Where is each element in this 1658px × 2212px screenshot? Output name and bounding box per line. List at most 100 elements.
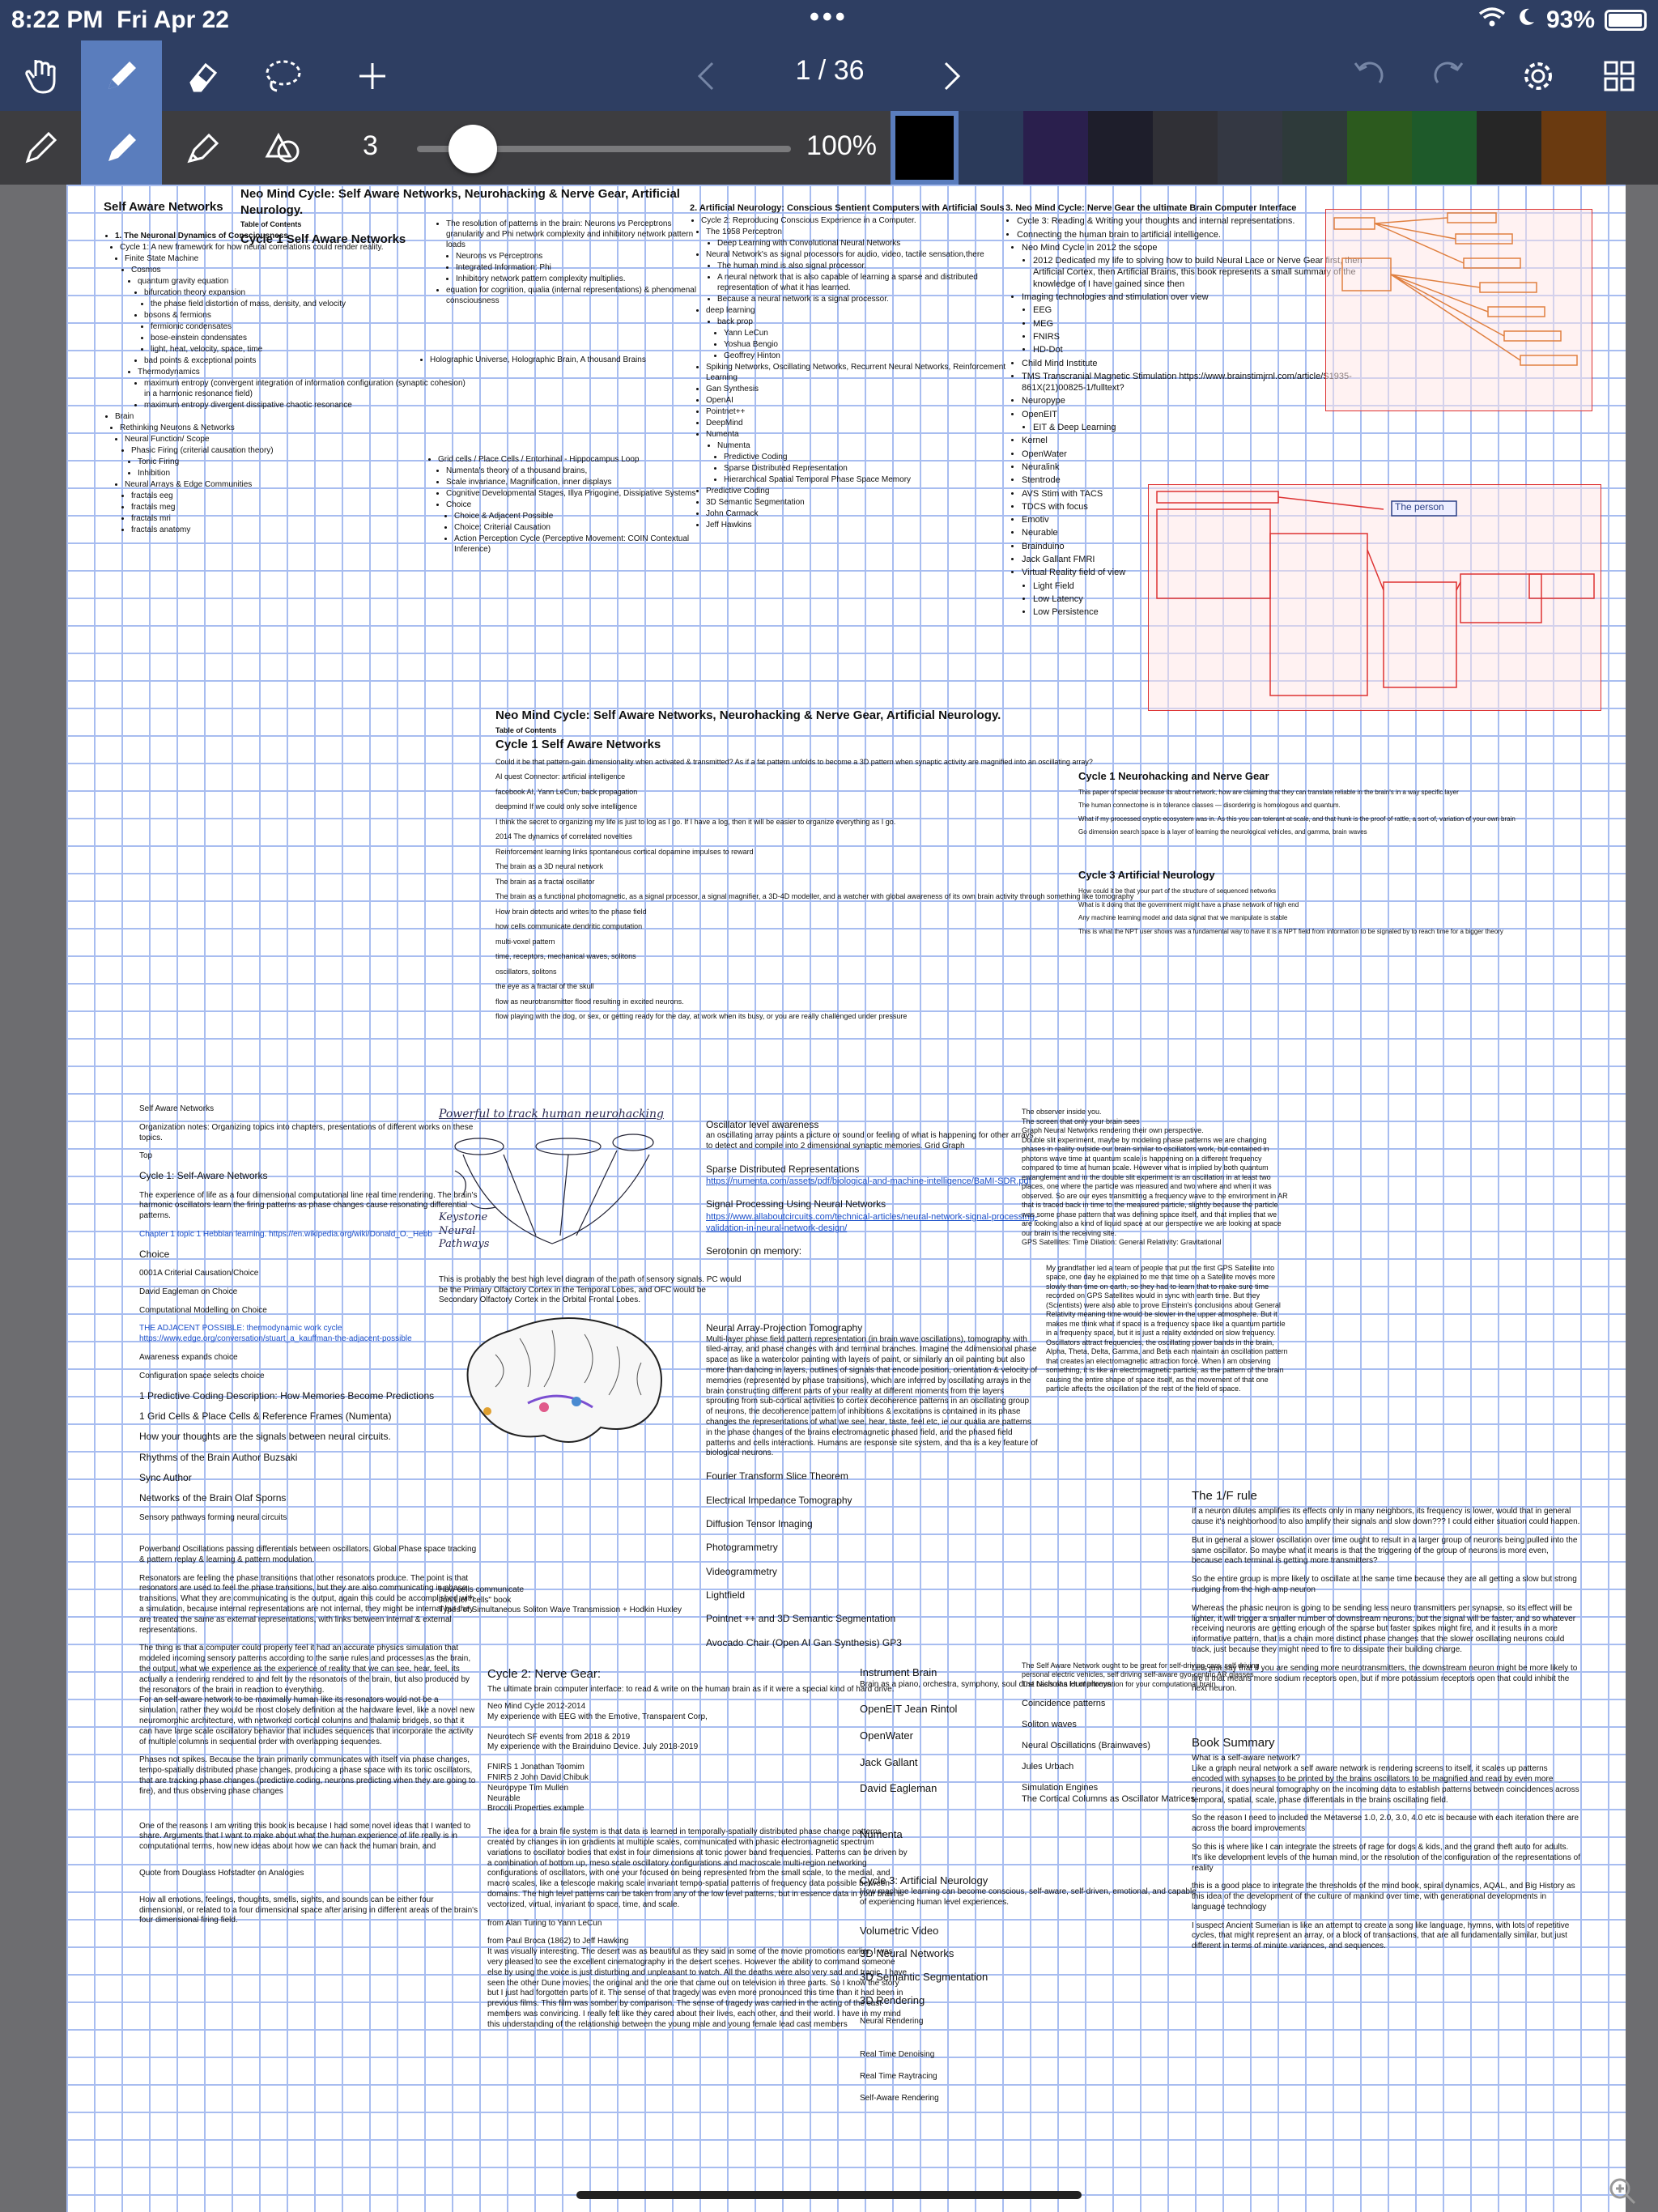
color-swatch[interactable]: [1088, 111, 1153, 185]
mid-line: the eye as a fractal of the skull: [495, 982, 594, 991]
zoom-icon[interactable]: [1606, 2175, 1639, 2207]
outline-item: EIT & Deep Learning: [1033, 422, 1378, 433]
col-e-p5: Lets just say that if you are sending mo…: [1192, 1663, 1578, 1694]
grid-view-icon[interactable]: [1579, 40, 1658, 111]
color-swatch[interactable]: [1541, 111, 1606, 185]
summary-question: What is a self-aware network?: [1192, 1754, 1300, 1763]
nerve-gear-line: Neo Mind Cycle 2012-2014: [487, 1701, 586, 1711]
nerve-gear-line: FNIRS 2 John David Chibuk: [487, 1772, 589, 1782]
mid-line: Could it be that pattern-gain dimensiona…: [495, 757, 1093, 766]
left-note-line: Top: [139, 1151, 153, 1161]
sketch-below1: How cells communicate: [439, 1585, 525, 1594]
outline-item: bifurcation theory expansion: [144, 287, 466, 298]
color-swatch[interactable]: [1347, 111, 1412, 185]
summary-s4: this is a good place to integrate the th…: [1192, 1882, 1575, 1912]
color-swatch[interactable]: [1282, 111, 1347, 185]
right-mid-line: What if my processed cryptic ecosystem w…: [1078, 815, 1516, 823]
col-f-item: Real Time Denoising: [860, 2050, 935, 2060]
color-swatch[interactable]: [1218, 111, 1282, 185]
ll-para3: The thing is that a computer could prope…: [139, 1644, 471, 1695]
multitask-dots-icon[interactable]: •••: [810, 2, 848, 33]
home-indicator[interactable]: [576, 2191, 1082, 2199]
outline-item: fractals anatomy: [131, 525, 466, 535]
settings-gear-icon[interactable]: [1498, 40, 1579, 111]
sketch-section: Powerful to track human neurohacking Key…: [439, 1108, 746, 1626]
fountain-pen-icon[interactable]: [0, 111, 81, 185]
color-swatch[interactable]: [1023, 111, 1088, 185]
left-note-line: 0001A Criterial Causation/Choice: [139, 1269, 259, 1278]
ball-pen-icon[interactable]: [81, 111, 162, 185]
shape-tool-icon[interactable]: [243, 111, 324, 185]
color-swatch[interactable]: [959, 111, 1023, 185]
outline-item: Pointnet++: [706, 406, 1030, 417]
status-time: 8:22 PM Fri Apr 22: [11, 6, 229, 33]
nerve-gear-line: FNIRS 1 Jonathan Toomim: [487, 1763, 585, 1772]
outline-item: Cycle 1: A new framework for how neural …: [120, 242, 466, 253]
highlighter-icon[interactable]: [162, 111, 243, 185]
col-f-item: OpenEIT Jean Rintol: [860, 1703, 958, 1716]
outline-item: Child Mind Institute: [1022, 358, 1378, 369]
col-c-item: Signal Processing Using Neural Networks: [706, 1198, 886, 1210]
summary-s2: So the reason I need to included the Met…: [1192, 1814, 1579, 1834]
note-page[interactable]: Self Aware Networks Neo Mind Cycle: Self…: [66, 185, 1626, 2212]
col-c-item: an oscillating array paints a picture or…: [706, 1131, 1034, 1151]
nerve-gear-p3: It was visually interesting. The desert …: [487, 1947, 908, 2029]
outline-item: The resolution of patterns in the brain:…: [446, 219, 710, 250]
right-mid-line: This paper of special because its about …: [1078, 788, 1459, 796]
left-note-line: Cycle 1: Self-Aware Networks: [139, 1170, 268, 1182]
outline-item: Connecting the human brain to artificial…: [1017, 229, 1378, 240]
ll-para1: Powerband Oscillations passing different…: [139, 1545, 477, 1564]
lower-left-paragraphs: Powerband Oscillations passing different…: [139, 1545, 479, 1926]
outline-item: Neuralink: [1022, 462, 1378, 473]
mid-line: AI quest Connector: artificial intellige…: [495, 772, 626, 781]
color-swatch[interactable]: [891, 111, 959, 185]
stroke-slider-thumb[interactable]: [449, 125, 497, 173]
col-c-notes: Oscillator level awareness an oscillating…: [706, 1108, 1038, 1649]
outline-item: Deep Learning with Convolutional Neural …: [717, 238, 1030, 249]
left-note-line: Rhythms of the Brain Author Buzsaki: [139, 1451, 298, 1463]
col4-heading: 3. Neo Mind Cycle: Nerve Gear the ultima…: [1005, 203, 1297, 213]
outline-item: Neural Network's as signal processors fo…: [706, 249, 1030, 260]
pen-options-bar: 3 100%: [0, 111, 1658, 185]
mid-line: flow playing with the dog, or sex, or ge…: [495, 1012, 908, 1021]
color-swatch[interactable]: [1412, 111, 1477, 185]
previous-page-icon[interactable]: [665, 40, 746, 111]
nerve-gear-notes: Cycle 2: Nerve Gear: The ultimate brain …: [487, 1658, 908, 2031]
outline-item: Kernel: [1022, 435, 1378, 446]
outline-item: fractals mri: [131, 513, 466, 524]
page-indicator[interactable]: 1 / 36: [753, 55, 907, 87]
col-c-item: https://numenta.com/assets/pdf/biologica…: [706, 1176, 1031, 1187]
outline-item: Numenta: [706, 429, 1030, 440]
hand-tool-icon[interactable]: [0, 40, 81, 111]
opacity-value[interactable]: 100%: [806, 130, 877, 162]
wifi-icon: [1478, 6, 1506, 34]
color-swatch[interactable]: [1153, 111, 1218, 185]
eraser-tool-icon[interactable]: [162, 40, 243, 111]
undo-icon[interactable]: [1328, 40, 1409, 111]
mindmap-orange-notes: [1325, 209, 1592, 411]
col-c-item: Sparse Distributed Representations: [706, 1163, 860, 1175]
left-note-line: Sensory pathways forming neural circuits: [139, 1512, 287, 1522]
color-swatch[interactable]: [1477, 111, 1541, 185]
next-page-icon[interactable]: [912, 40, 993, 111]
summary-s1: Like a graph neural network a self aware…: [1192, 1764, 1579, 1805]
moon-icon: [1516, 6, 1537, 34]
left-note-line: Choice: [139, 1248, 170, 1260]
outline-item: Grid cells / Place Cells / Entorhinal - …: [438, 454, 710, 465]
pen-tool-icon[interactable]: [81, 40, 162, 111]
mid-line: time, receptors, mechanical waves, solit…: [495, 952, 636, 961]
add-icon[interactable]: [332, 40, 413, 111]
col-c-item: Oscillator level awareness: [706, 1119, 819, 1130]
col-f-item: Instrument Brain: [860, 1666, 937, 1678]
col-f-item: Cycle 3: Artificial Neurology: [860, 1874, 988, 1887]
col-d-item: GPS Satellites: Time Dilation: General R…: [1022, 1238, 1222, 1247]
outline-item: light, heat, velocity, space, time: [151, 344, 466, 355]
left-note-line: David Eagleman on Choice: [139, 1287, 238, 1296]
outline-item: TMS Transcranial Magnetic Stimulation ht…: [1022, 371, 1378, 394]
left-note-line: Networks of the Brain Olaf Sporns: [139, 1492, 287, 1504]
ll-para8: How all emotions, feelings, thoughts, sm…: [139, 1895, 478, 1925]
redo-icon[interactable]: [1409, 40, 1490, 111]
outline-item: bosons & fermions: [144, 310, 466, 321]
tomography-paragraph: Multi-layer phase field pattern represen…: [706, 1334, 1038, 1458]
lasso-tool-icon[interactable]: [243, 40, 324, 111]
